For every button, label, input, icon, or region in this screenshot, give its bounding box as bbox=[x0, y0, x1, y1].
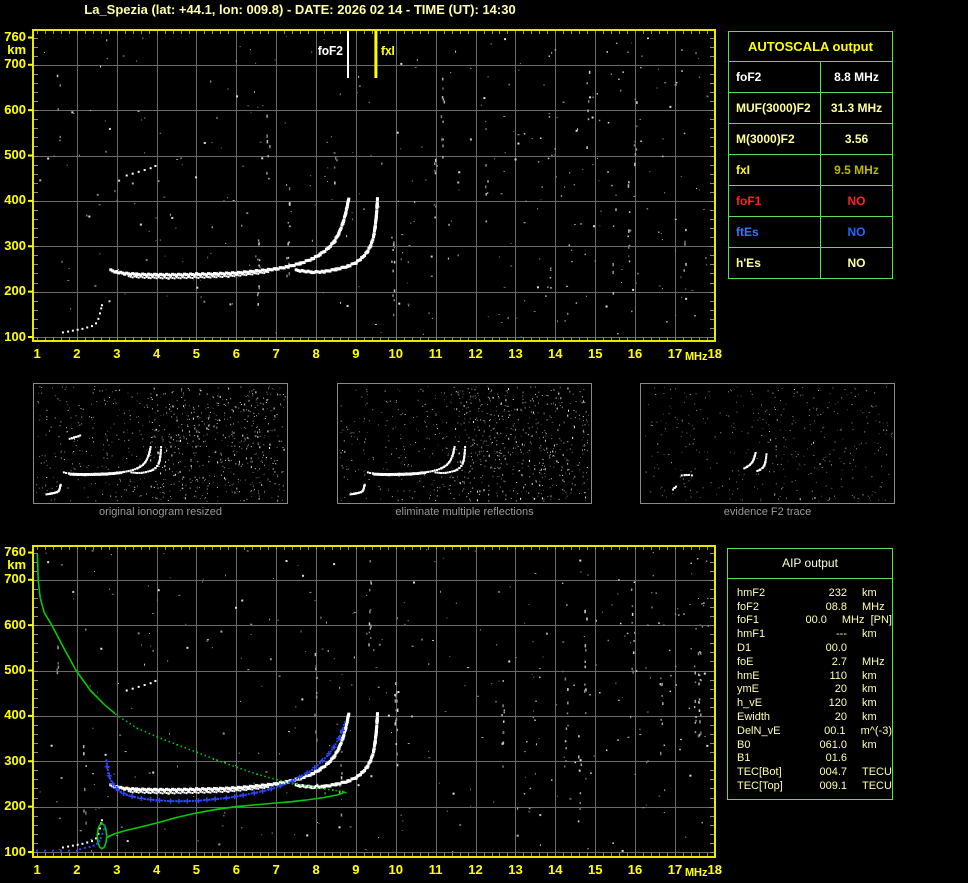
thumbnail-evidence-canvas bbox=[641, 384, 894, 503]
thumbnail-original-ionogram bbox=[33, 383, 288, 504]
autoscala-value: 31.3 MHz bbox=[830, 101, 883, 115]
aip-row-DelN_vE: DelN_vE 00.1 m^(-3) bbox=[737, 724, 892, 738]
thumbnail-caption-eliminate: eliminate multiple reflections bbox=[395, 506, 534, 518]
aip-cell: D1 bbox=[737, 642, 752, 655]
aip-cell: TECU bbox=[862, 766, 892, 779]
aip-cell: 232 bbox=[828, 586, 847, 599]
aip-cell: 120 bbox=[828, 697, 847, 710]
aip-cell: 00.0 bbox=[805, 614, 827, 627]
autoscala-table-rows: foF2 8.8 MHz MUF(3000)F2 31.3 MHz M(3000)F2 3… bbox=[729, 61, 892, 278]
aip-row-hmF2: hmF2 232 km bbox=[737, 586, 892, 600]
aip-cell: Ewidth bbox=[737, 711, 771, 724]
aip-cell: foF2 bbox=[737, 600, 760, 613]
aip-cell: MHz bbox=[862, 600, 885, 613]
aip-cell: DelN_vE bbox=[737, 724, 781, 737]
aip-cell: TEC[Top] bbox=[737, 780, 783, 793]
aip-cell: foE bbox=[737, 655, 754, 668]
aip-cell: B0 bbox=[737, 738, 751, 751]
autoscala-value: NO bbox=[847, 225, 866, 239]
aip-cell: 20 bbox=[834, 711, 847, 724]
autoscala-label: ftEs bbox=[729, 217, 821, 247]
autoscala-label: foF2 bbox=[729, 62, 821, 92]
aip-row-TEC[Bot]: TEC[Bot] 004.7 TECU bbox=[737, 765, 892, 779]
autoscala-value: NO bbox=[847, 194, 866, 208]
aip-cell: --- bbox=[836, 628, 847, 641]
autoscala-window: La_Spezia (lat: +44.1, lon: 009.8) - DAT… bbox=[0, 0, 968, 883]
autoscala-row-foF2: foF2 8.8 MHz bbox=[729, 61, 892, 92]
aip-row-foE: foE 2.7 MHz bbox=[737, 655, 892, 669]
aip-cell: m^(-3) bbox=[860, 724, 892, 737]
aip-row-B1: B1 01.6 bbox=[737, 752, 892, 766]
aip-cell: foF1 bbox=[737, 614, 760, 627]
aip-row-foF2: foF2 08.8 MHz bbox=[737, 600, 892, 614]
aip-cell: 2.7 bbox=[831, 655, 847, 668]
aip-cell: TEC[Bot] bbox=[737, 766, 782, 779]
aip-cell: 00.0 bbox=[825, 642, 847, 655]
autoscala-label: M(3000)F2 bbox=[729, 124, 821, 154]
aip-row-foF1: foF1 00.0 MHz [PN] bbox=[737, 614, 892, 628]
autoscala-value: 3.56 bbox=[844, 132, 869, 146]
aip-cell: ymE bbox=[737, 683, 759, 696]
aip-row-B0: B0 061.0 km bbox=[737, 738, 892, 752]
autoscala-label: foF1 bbox=[729, 186, 821, 216]
aip-table-rows: hmF2 232 km foF2 08.8 MHz foF1 00.0 MHz [PN] hmF1… bbox=[728, 579, 892, 799]
aip-cell: 009.1 bbox=[819, 780, 847, 793]
aip-cell: km bbox=[862, 586, 877, 599]
aip-row-Ewidth: Ewidth 20 km bbox=[737, 710, 892, 724]
aip-cell: km bbox=[862, 669, 877, 682]
autoscala-row-h'Es: h'Es NO bbox=[729, 247, 892, 278]
aip-cell: 110 bbox=[829, 669, 847, 682]
autoscala-value: NO bbox=[847, 256, 866, 270]
aip-cell: km bbox=[862, 697, 877, 710]
aip-cell: km bbox=[862, 683, 877, 696]
aip-cell: 08.8 bbox=[825, 600, 847, 613]
autoscala-label: h'Es bbox=[729, 248, 821, 278]
aip-cell: 00.1 bbox=[824, 724, 846, 737]
aip-cell: hmE bbox=[737, 669, 760, 682]
aip-row-hmF1: hmF1 --- km bbox=[737, 627, 892, 641]
thumbnail-original-canvas bbox=[34, 384, 287, 503]
autoscala-value: 9.5 MHz bbox=[834, 163, 879, 177]
autoscala-row-ftEs: ftEs NO bbox=[729, 216, 892, 247]
autoscala-row-M(3000)F2: M(3000)F2 3.56 bbox=[729, 123, 892, 154]
aip-cell: hmF2 bbox=[737, 586, 766, 599]
station-title: La_Spezia (lat: +44.1, lon: 009.8) - DAT… bbox=[84, 2, 516, 17]
aip-cell: B1 bbox=[737, 752, 751, 765]
aip-cell: MHz [PN] bbox=[841, 614, 892, 627]
aip-cell: 061.0 bbox=[819, 738, 847, 751]
aip-cell: MHz bbox=[862, 655, 885, 668]
aip-cell: 20 bbox=[834, 683, 847, 696]
aip-row-TEC[Top]: TEC[Top] 009.1 TECU bbox=[737, 779, 892, 793]
autoscala-row-fxI: fxI 9.5 MHz bbox=[729, 154, 892, 185]
aip-cell: h_vE bbox=[737, 697, 763, 710]
bottom-profile-chart bbox=[0, 541, 730, 881]
aip-row-hmE: hmE 110 km bbox=[737, 669, 892, 683]
aip-output-table: AIP output hmF2 232 km foF2 08.8 MHz foF1 00.0 M… bbox=[727, 548, 893, 800]
autoscala-table-title: AUTOSCALA output bbox=[748, 39, 873, 54]
autoscala-label: MUF(3000)F2 bbox=[729, 93, 821, 123]
autoscala-output-table: AUTOSCALA output foF2 8.8 MHz MUF(3000)F2 3… bbox=[728, 31, 893, 279]
aip-cell: 004.7 bbox=[819, 766, 847, 779]
aip-cell: km bbox=[862, 738, 877, 751]
thumbnail-eliminate-reflections bbox=[337, 383, 592, 504]
thumbnail-eliminate-canvas bbox=[338, 384, 591, 503]
thumbnail-caption-evidence: evidence F2 trace bbox=[723, 506, 812, 518]
autoscala-row-foF1: foF1 NO bbox=[729, 185, 892, 216]
autoscala-row-MUF(3000)F2: MUF(3000)F2 31.3 MHz bbox=[729, 92, 892, 123]
aip-row-ymE: ymE 20 km bbox=[737, 683, 892, 697]
aip-cell: km bbox=[862, 628, 877, 641]
aip-row-h_vE: h_vE 120 km bbox=[737, 696, 892, 710]
aip-cell: km bbox=[862, 711, 877, 724]
aip-row-D1: D1 00.0 bbox=[737, 641, 892, 655]
aip-cell: hmF1 bbox=[737, 628, 766, 641]
autoscala-value: 8.8 MHz bbox=[834, 70, 879, 84]
aip-cell: 01.6 bbox=[825, 752, 847, 765]
thumbnail-caption-original: original ionogram resized bbox=[99, 506, 222, 518]
aip-table-title: AIP output bbox=[728, 549, 892, 579]
thumbnail-evidence-f2 bbox=[640, 383, 895, 504]
aip-cell: TECU bbox=[862, 780, 892, 793]
autoscala-label: fxI bbox=[729, 155, 821, 185]
top-ionogram-chart bbox=[0, 25, 730, 365]
